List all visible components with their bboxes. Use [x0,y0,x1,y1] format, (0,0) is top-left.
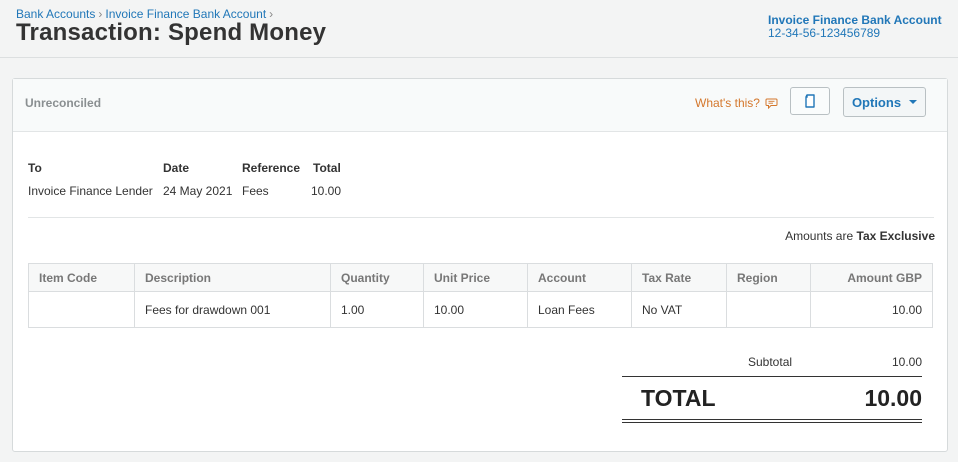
panel-header: Unreconciled What's this? Options [13,79,947,132]
header-item-code: Item Code [28,263,135,292]
subtotal-value: 10.00 [891,355,922,369]
cell-unit-price: 10.00 [423,291,528,328]
header-amount: Amount GBP [810,263,933,292]
options-dropdown-button[interactable]: Options [843,87,926,117]
header-description: Description [134,263,331,292]
tax-mode: Tax Exclusive [856,229,936,243]
grand-total-label: TOTAL [641,385,716,411]
caret-down-icon [909,100,918,104]
table-header-row: Item Code Description Quantity Unit Pric… [28,263,933,292]
header-account: Account [527,263,632,292]
line-items-table: Item Code Description Quantity Unit Pric… [28,263,933,328]
grand-total-value: 10.00 [864,385,922,411]
divider [28,217,934,218]
header-tax-rate: Tax Rate [631,263,727,292]
date-value: 24 May 2021 [163,184,233,198]
reference-value: Fees [242,184,269,198]
summary-reference: Reference Fees [242,161,301,198]
contact-link[interactable]: Invoice Finance Lender [28,184,153,198]
total-value: 10.00 [311,184,342,198]
cell-tax-rate: No VAT [631,291,727,328]
header-unit-price: Unit Price [423,263,528,292]
summary-date: Date 24 May 2021 [163,161,232,198]
total-label: Total [313,161,341,175]
reference-label: Reference [242,161,301,175]
cell-quantity: 1.00 [330,291,424,328]
summary-total: Total 10.00 [311,161,341,198]
date-label: Date [163,161,190,175]
page-header: Bank Accounts › Invoice Finance Bank Accou… [0,0,958,58]
reconcile-status: Unreconciled [25,96,102,110]
whats-this-link[interactable]: What's this? [695,96,778,110]
amounts-tax-note: Amounts are Tax Exclusive [785,229,935,243]
page-title: Transaction: Spend Money [16,19,327,46]
speech-bubble-icon [765,98,778,109]
summary-to: To Invoice Finance Lender [28,161,153,198]
subtotal-label: Subtotal [748,355,793,369]
transaction-panel: Unreconciled What's this? Options To Inv… [12,78,948,452]
whats-this-label: What's this? [695,96,760,110]
header-quantity: Quantity [330,263,424,292]
cell-amount: 10.00 [810,291,933,328]
header-region: Region [726,263,811,292]
table-row[interactable]: Fees for drawdown 001 1.00 10.00 Loan Fe… [28,291,933,328]
cell-region [726,291,811,328]
account-number: 12-34-56-123456789 [768,26,881,40]
total-divider [622,376,922,377]
to-label: To [28,161,42,175]
cell-account: Loan Fees [527,291,632,328]
amounts-prefix: Amounts are [785,229,854,243]
total-double-rule [622,419,922,420]
copy-icon [805,94,815,108]
total-double-rule [622,422,922,423]
cell-item-code [28,291,135,328]
account-info: Invoice Finance Bank Account 12-34-56-12… [768,14,942,40]
copy-button[interactable] [790,87,830,115]
options-label: Options [851,94,902,110]
cell-description: Fees for drawdown 001 [134,291,331,328]
